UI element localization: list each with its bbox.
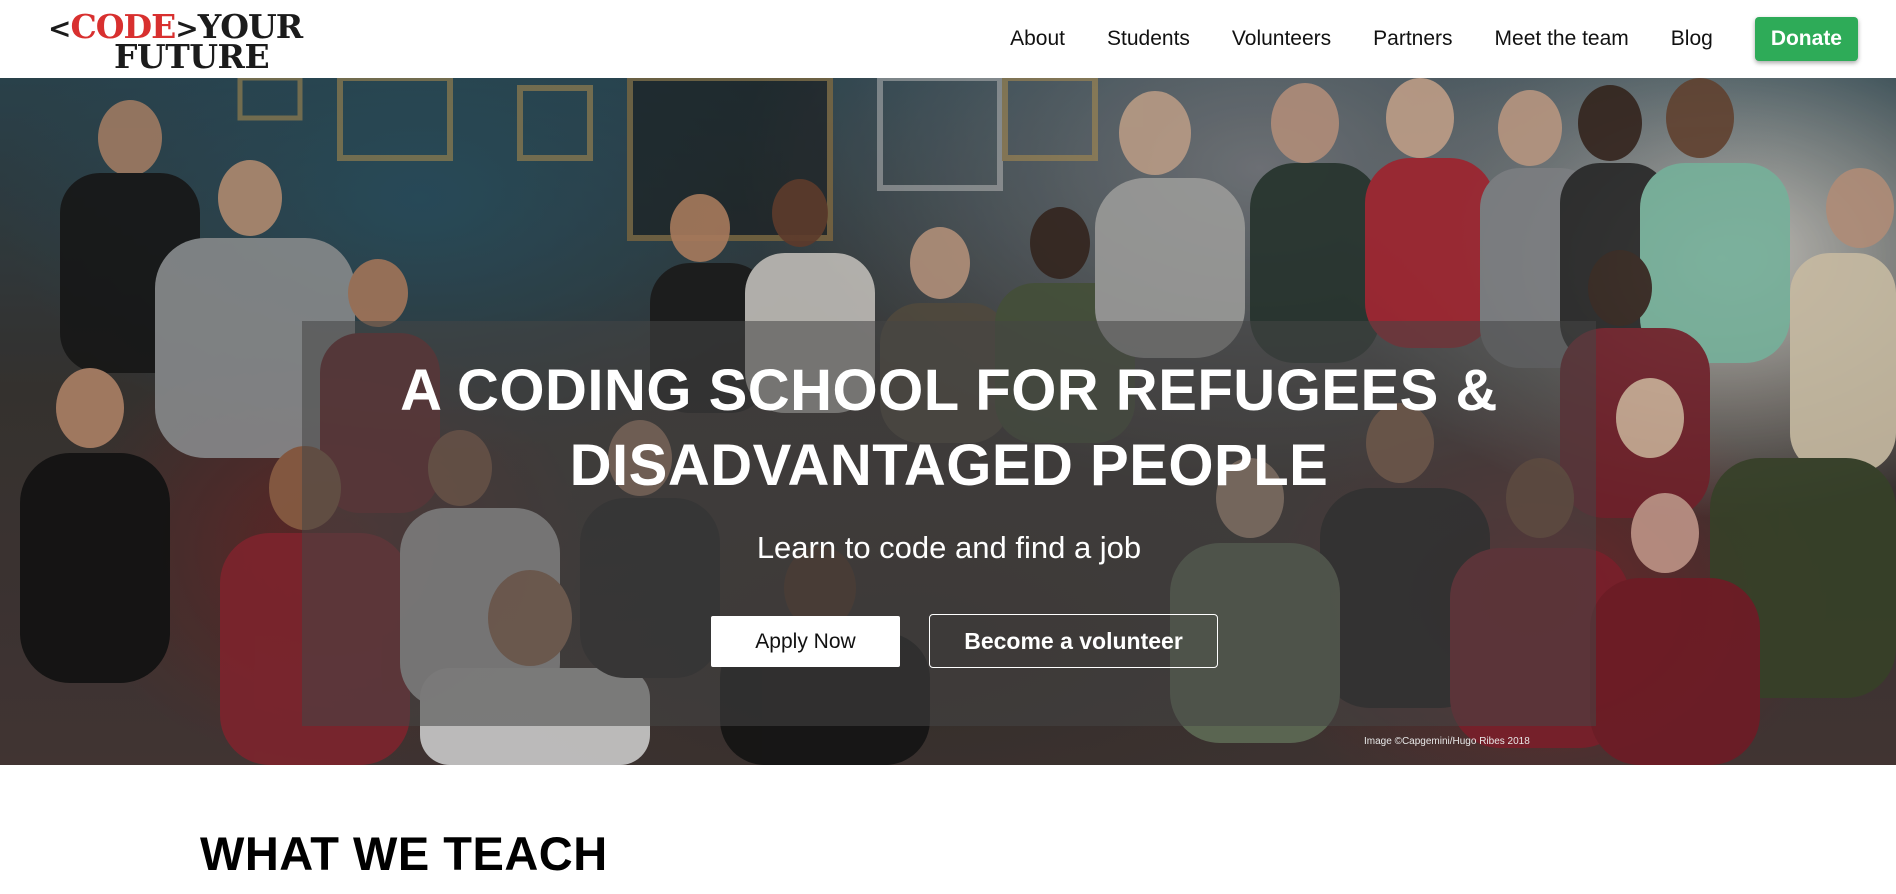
- become-volunteer-button[interactable]: Become a volunteer: [929, 614, 1218, 668]
- hero-title-line-2: DISADVANTAGED PEOPLE: [569, 433, 1329, 498]
- hero-title-line-1: A CODING SCHOOL FOR REFUGEES &: [400, 358, 1498, 423]
- photo-credit: Image ©Capgemini/Hugo Ribes 2018: [1364, 736, 1530, 747]
- site-header: <CODE>YOUR FUTURE About Students Volunte…: [0, 0, 1896, 78]
- main-nav: About Students Volunteers Partners Meet …: [1010, 16, 1858, 62]
- nav-item-partners[interactable]: Partners: [1373, 27, 1452, 51]
- donate-button[interactable]: Donate: [1754, 17, 1858, 61]
- code-your-future-logo[interactable]: <CODE>YOUR FUTURE: [48, 10, 303, 73]
- hero-subtitle: Learn to code and find a job: [756, 530, 1142, 565]
- what-we-teach-heading: WHAT WE TEACH: [200, 827, 608, 880]
- logo-open-bracket: <: [48, 12, 71, 45]
- nav-item-volunteers[interactable]: Volunteers: [1232, 27, 1331, 51]
- nav-item-meet-the-team[interactable]: Meet the team: [1495, 27, 1629, 51]
- hero-title: A CODING SCHOOL FOR REFUGEES & DISADVANT…: [302, 353, 1596, 503]
- apply-now-button[interactable]: Apply Now: [711, 616, 900, 667]
- logo-future-text: FUTURE: [114, 37, 270, 76]
- hero-section: A CODING SCHOOL FOR REFUGEES & DISADVANT…: [0, 78, 1896, 765]
- nav-item-blog[interactable]: Blog: [1671, 27, 1713, 51]
- nav-item-students[interactable]: Students: [1107, 27, 1190, 51]
- nav-item-about[interactable]: About: [1010, 27, 1065, 51]
